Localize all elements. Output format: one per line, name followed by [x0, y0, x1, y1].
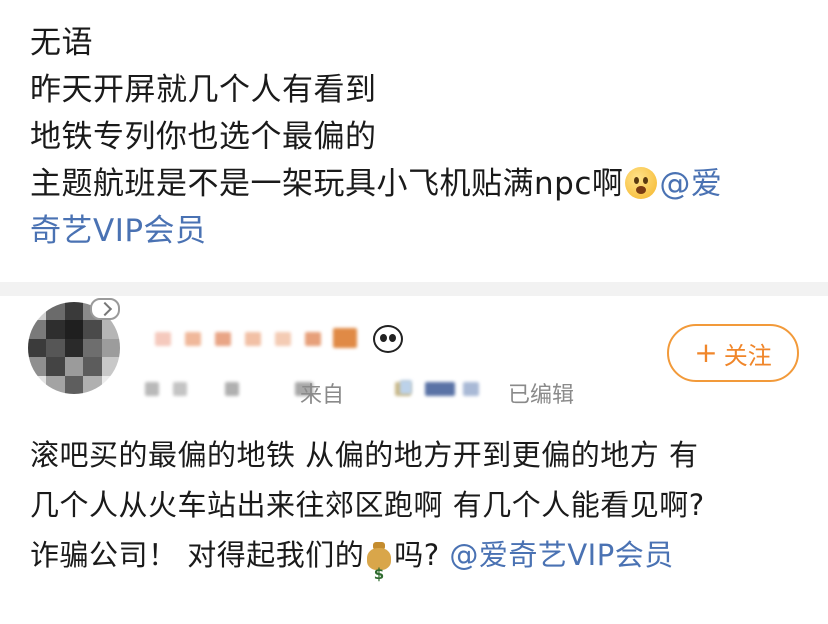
follow-button-label: 关注	[723, 341, 772, 370]
post-text: 无语 昨天开屏就几个人有看到 地铁专列你也选个最偏的 主题航班是不是一架玩具小飞…	[30, 20, 810, 255]
follow-button[interactable]: + 关注	[667, 324, 799, 382]
comment-mention-link[interactable]: @爱奇艺VIP会员	[449, 538, 673, 572]
section-divider	[0, 282, 828, 296]
post-line-2: 昨天开屏就几个人有看到	[30, 72, 377, 108]
astonished-face-emoji-icon	[625, 167, 658, 199]
avatar[interactable]	[28, 298, 120, 394]
chevron-badge-icon	[90, 298, 120, 320]
comment-source-label: 来自	[300, 383, 345, 408]
comment-line-3-tail: 吗?	[394, 538, 450, 572]
mention-link-part2[interactable]: 奇艺VIP会员	[30, 208, 810, 255]
post-line-3: 地铁专列你也选个最偏的	[30, 119, 377, 155]
comment-line-2: 几个人从火车站出来往郊区跑啊 有几个人能看见啊?	[30, 488, 705, 522]
comment-line-3: 诈骗公司！ 对得起我们的 $ 吗? @爱奇艺VIP会员	[30, 530, 820, 583]
comment-line-3-text: 诈骗公司！ 对得起我们的	[30, 538, 365, 572]
post-line-4: 主题航班是不是一架玩具小飞机贴满npc啊 @爱	[30, 161, 810, 208]
comment-line-1: 滚吧买的最偏的地铁 从偏的地方开到更偏的地方 有	[30, 438, 699, 472]
post-line-1: 无语	[30, 25, 93, 61]
money-bag-emoji-icon: $	[365, 540, 393, 583]
comment-text: 滚吧买的最偏的地铁 从偏的地方开到更偏的地方 有 几个人从火车站出来往郊区跑啊 …	[30, 430, 820, 583]
mention-link-part1[interactable]: @爱	[659, 166, 722, 202]
panda-emoji-icon	[373, 325, 403, 353]
edited-label: 已编辑	[508, 383, 575, 408]
plus-icon: +	[694, 336, 718, 369]
post-line-4-text: 主题航班是不是一架玩具小飞机贴满npc啊	[30, 166, 624, 202]
